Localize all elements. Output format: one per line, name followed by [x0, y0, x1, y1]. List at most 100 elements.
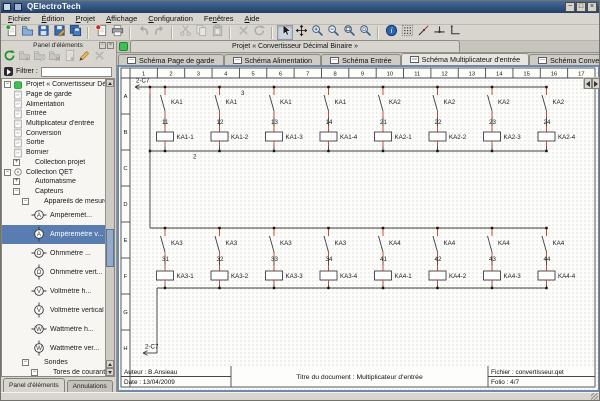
tab-scroll-left-icon[interactable] — [584, 78, 592, 89]
maximize-icon[interactable]: □ — [576, 2, 586, 12]
tree-item-automatisme[interactable]: +Automatisme — [2, 177, 105, 187]
tree-item-collection-qet[interactable]: −Collection QET — [2, 167, 105, 177]
close-icon[interactable]: × — [587, 2, 597, 12]
folio-tab-sch-ma-page-de-garde[interactable]: Schéma Page de garde — [118, 54, 224, 65]
filter-input[interactable] — [41, 67, 112, 77]
tree-item-ohmm-tre-vert[interactable]: ΩOhmmètre vert... — [2, 263, 105, 282]
titlebar[interactable]: QElectroTech − □ × — [0, 0, 600, 13]
folio-tab-sch-ma-alimentation[interactable]: Schéma Alimentation — [224, 54, 322, 65]
svg-text:14: 14 — [326, 119, 333, 126]
about-button[interactable]: i — [383, 25, 399, 40]
close-panel-icon[interactable]: × — [107, 42, 114, 49]
expander-minus-icon[interactable]: − — [4, 81, 11, 88]
menu-aide[interactable]: Aide — [240, 13, 266, 24]
expander-plus-icon[interactable]: + — [13, 159, 20, 166]
tree-item-conversion[interactable]: Conversion — [2, 128, 105, 138]
folio-tab-bar: Schéma Page de gardeSchéma AlimentationS… — [117, 53, 600, 65]
expander-minus-icon[interactable]: − — [13, 188, 20, 195]
pan-mode-button[interactable] — [293, 25, 309, 40]
undo-icon — [137, 24, 150, 42]
expander-minus-icon[interactable]: − — [31, 369, 38, 376]
print-button[interactable] — [109, 25, 125, 40]
svg-text:2: 2 — [169, 71, 172, 77]
svg-text:W: W — [36, 346, 42, 353]
tree-item-collection-projet[interactable]: +Collection projet — [2, 158, 105, 168]
scroll-thumb[interactable] — [106, 229, 114, 267]
tree-item-page-de-garde[interactable]: Page de garde — [2, 90, 105, 100]
tree-item-voltm-tre-h[interactable]: VVoltmètre h... — [2, 282, 105, 301]
delete-category-icon — [48, 49, 61, 67]
open-button[interactable] — [19, 25, 35, 40]
menu-affichage[interactable]: Affichage — [101, 13, 143, 24]
tree-item-ohmm-tre[interactable]: ΩOhmmètre ... — [2, 244, 105, 263]
save-all-button[interactable] — [67, 25, 83, 40]
panel-tab-panel-d-l-ments[interactable]: Panel d'éléments — [3, 378, 65, 392]
reload-button[interactable] — [2, 51, 16, 65]
scroll-up-icon[interactable] — [106, 79, 114, 87]
project-tab[interactable]: Projet « Convertisseur Décimal Binaire » — [130, 40, 460, 52]
new-document-icon — [5, 24, 18, 42]
grid-button[interactable] — [399, 25, 415, 40]
tree-item-bornier[interactable]: Bornier — [2, 148, 105, 158]
project-tab-bar: Projet « Convertisseur Décimal Binaire » — [117, 41, 600, 53]
menu-dition[interactable]: Édition — [37, 13, 71, 24]
resize-grip-icon[interactable] — [591, 393, 598, 400]
minimize-icon[interactable]: − — [565, 2, 575, 12]
close-file-button[interactable] — [93, 25, 109, 40]
tree-item-voltm-tre-vertical[interactable]: VVoltmètre vertical — [2, 301, 105, 320]
folio-icon — [13, 90, 23, 100]
zoom-fit-button[interactable] — [341, 25, 357, 40]
scroll-up2-icon[interactable] — [106, 360, 114, 368]
tree-item-alimentation[interactable]: Alimentation — [2, 99, 105, 109]
tree-item-entr-e[interactable]: Entrée — [2, 109, 105, 119]
tree-item-wattm-tre-ver[interactable]: WWattmètre ver... — [2, 339, 105, 358]
expander-minus-icon[interactable]: − — [22, 359, 29, 366]
menu-configuration[interactable]: Configuration — [143, 13, 199, 24]
svg-text:H: H — [123, 346, 127, 352]
window-menu-icon[interactable] — [14, 3, 22, 11]
tree-item-projet-convertisseur-d-ci[interactable]: −Projet « Convertisseur Déci... — [2, 80, 105, 90]
menu-fichier[interactable]: Fichier — [3, 13, 37, 24]
conductor-button[interactable] — [431, 25, 447, 40]
panel-tab-annulations[interactable]: Annulations — [67, 380, 113, 392]
expander-plus-icon[interactable]: + — [13, 178, 20, 185]
meter-W-v-icon: W — [31, 340, 47, 356]
menu-projet[interactable]: Projet — [70, 13, 101, 24]
folio-tab-sch-ma-multiplicateur-d-entr-e[interactable]: Schéma Multiplicateur d'entrée — [401, 53, 529, 65]
svg-text:KA1-2: KA1-2 — [231, 134, 249, 141]
menu-fentres[interactable]: Fenêtres — [199, 13, 240, 24]
tree-scrollbar[interactable] — [105, 79, 114, 376]
tree-item-capteurs[interactable]: −Capteurs — [2, 187, 105, 197]
open-icon — [21, 24, 34, 42]
folio-tab-sch-ma-entr-e[interactable]: Schéma Entrée — [321, 54, 401, 65]
tree-item-amp-rem-tre-v[interactable]: AAmpèremètre v... — [2, 225, 105, 244]
tab-scroll-right-icon[interactable] — [592, 78, 600, 89]
tree-item-appareils-de-mesure[interactable]: −Appareils de mesure — [2, 196, 105, 206]
tree-item-sortie[interactable]: Sortie — [2, 138, 105, 148]
select-mode-button[interactable] — [277, 25, 293, 40]
folio-tab-sch-ma-conversion[interactable]: Schéma Conversion — [529, 54, 600, 65]
save-as-button[interactable] — [51, 25, 67, 40]
paste-icon — [211, 24, 224, 42]
probe-button[interactable] — [415, 25, 431, 40]
schematic-canvas[interactable]: 1234567891011121314151617ABCDEFGHAuteur … — [117, 65, 600, 392]
new-document-button[interactable] — [3, 25, 19, 40]
rotate-button — [251, 25, 267, 40]
tree-item-amp-rem-t[interactable]: AAmpèremèt... — [2, 206, 105, 225]
tree-item-tores-de-courant[interactable]: −Tores de courant — [2, 368, 105, 376]
save-button[interactable] — [35, 25, 51, 40]
edit-category-button — [32, 51, 46, 65]
tree-item-wattm-tre-h[interactable]: WWattmètre h... — [2, 320, 105, 339]
svg-text:KA2: KA2 — [498, 99, 510, 106]
tree-item-sondes[interactable]: −Sondes — [2, 358, 105, 368]
expander-minus-icon[interactable]: − — [4, 169, 11, 176]
conductor-angle-button[interactable] — [447, 25, 463, 40]
toolbar-separator — [271, 27, 273, 39]
scroll-down-icon[interactable] — [106, 368, 114, 376]
zoom-in-button[interactable] — [309, 25, 325, 40]
zoom-out-button[interactable] — [325, 25, 341, 40]
tree-item-multiplicateur-d-entr-e[interactable]: Multiplicateur d'entrée — [2, 119, 105, 129]
expander-minus-icon[interactable]: − — [22, 198, 29, 205]
edit-element-button[interactable] — [77, 51, 91, 65]
zoom-reset-button[interactable] — [357, 25, 373, 40]
